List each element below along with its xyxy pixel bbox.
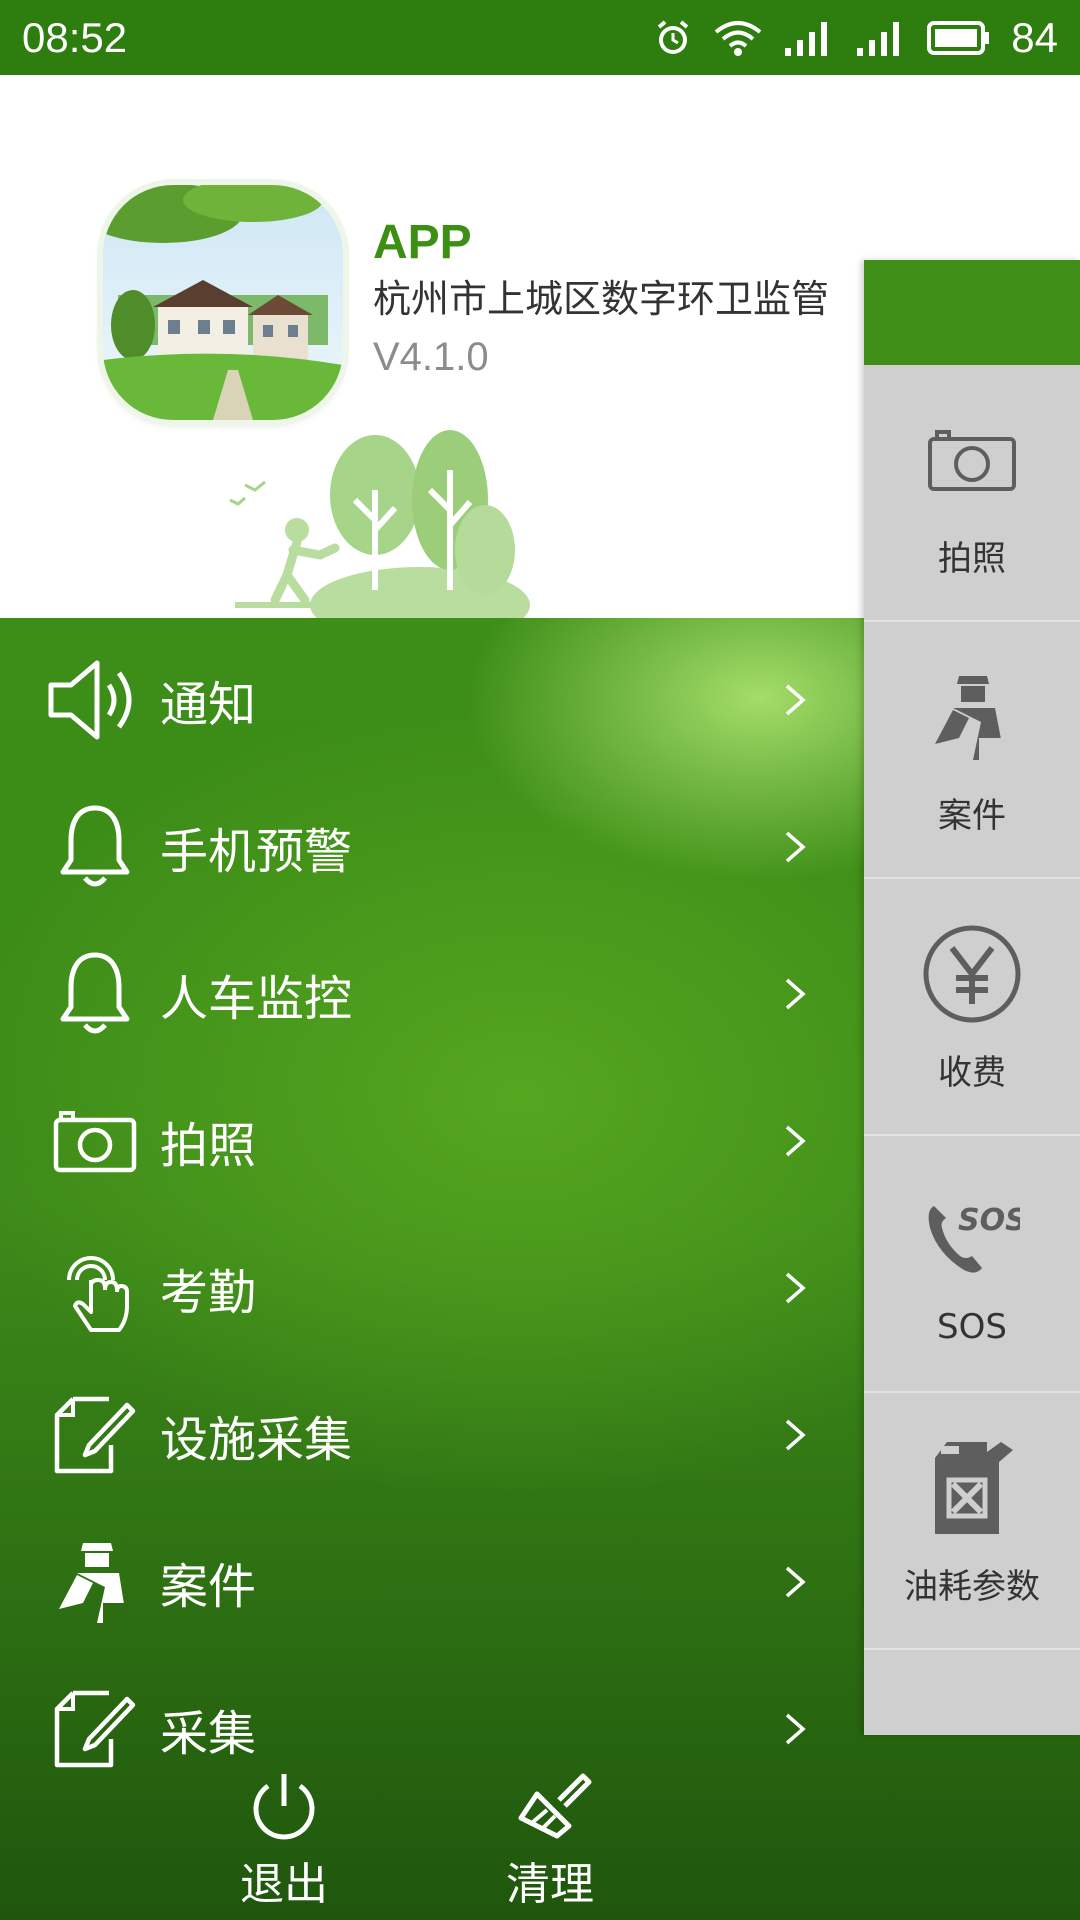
- quick-action-label: 拍照: [938, 539, 1006, 579]
- menu-item-photo[interactable]: 拍照: [0, 1067, 860, 1214]
- edit-icon: [40, 1679, 150, 1779]
- app-organization: 杭州市上城区数字环卫监管: [373, 277, 830, 321]
- logout-button[interactable]: 退出: [214, 1770, 354, 1912]
- signal-icon-1: [783, 18, 835, 58]
- drawer-footer: 退出 清理: [0, 1770, 860, 1920]
- logout-label: 退出: [240, 1859, 328, 1910]
- svg-text:SOS: SOS: [958, 1203, 1020, 1238]
- chevron-right-icon: [785, 978, 806, 1009]
- alarm-icon: [653, 18, 693, 58]
- menu-item-person-vehicle-monitor[interactable]: 人车监控: [0, 920, 860, 1067]
- chevron-right-icon: [785, 1419, 806, 1450]
- fingerprint-touch-icon: [40, 1238, 150, 1338]
- edit-icon: [40, 1385, 150, 1485]
- sos-phone-icon: SOS: [924, 1181, 1020, 1291]
- menu-item-label: 拍照: [160, 1117, 257, 1174]
- quick-action-label: 油耗参数: [904, 1567, 1040, 1607]
- quick-action-fuel[interactable]: 油耗参数: [864, 1393, 1080, 1650]
- broom-icon: [518, 1773, 592, 1839]
- app-version: V4.1.0: [373, 335, 489, 379]
- chevron-right-icon: [785, 1713, 806, 1744]
- chevron-right-icon: [785, 684, 806, 715]
- menu-item-facility-collection[interactable]: 设施采集: [0, 1361, 860, 1508]
- quick-action-sos[interactable]: SOS SOS: [864, 1136, 1080, 1393]
- camera-icon: [927, 405, 1017, 515]
- menu-item-label: 考勤: [160, 1264, 257, 1321]
- quick-action-label: 收费: [938, 1053, 1006, 1093]
- wifi-icon: [713, 18, 763, 58]
- menu-item-label: 手机预警: [160, 823, 353, 880]
- status-icons: 84: [653, 14, 1058, 62]
- bell-icon: [40, 797, 150, 897]
- quick-action-panel-header: [864, 260, 1080, 365]
- quick-action-panel: 拍照 案件 收费 SOS SOS 油耗参数: [864, 260, 1080, 1735]
- speaker-icon: [40, 650, 150, 750]
- status-bar: 08:52 84: [0, 0, 1080, 75]
- yen-icon: [922, 919, 1022, 1029]
- officer-icon: [929, 662, 1015, 772]
- bell-icon: [40, 944, 150, 1044]
- battery-level: 84: [1011, 13, 1058, 61]
- quick-action-label: 案件: [938, 796, 1006, 836]
- clean-button[interactable]: 清理: [480, 1770, 620, 1912]
- chevron-right-icon: [785, 831, 806, 862]
- chevron-right-icon: [785, 1566, 806, 1597]
- quick-action-case[interactable]: 案件: [864, 622, 1080, 879]
- chevron-right-icon: [785, 1125, 806, 1156]
- quick-action-label: SOS: [937, 1306, 1007, 1347]
- header-decoration-trees: [225, 430, 545, 618]
- app-logo: [103, 185, 343, 420]
- menu-item-phone-alert[interactable]: 手机预警: [0, 773, 860, 920]
- menu-item-label: 人车监控: [160, 970, 353, 1027]
- menu-item-label: 案件: [160, 1558, 257, 1615]
- app-name: APP: [373, 216, 472, 269]
- power-icon: [253, 1774, 315, 1840]
- quick-action-photo[interactable]: 拍照: [864, 365, 1080, 622]
- menu-item-case[interactable]: 案件: [0, 1508, 860, 1655]
- menu-item-attendance[interactable]: 考勤: [0, 1214, 860, 1361]
- menu-item-label: 采集: [160, 1705, 257, 1762]
- camera-icon: [40, 1091, 150, 1191]
- quick-action-fee[interactable]: 收费: [864, 879, 1080, 1136]
- status-time: 08:52: [22, 13, 128, 61]
- chevron-right-icon: [785, 1272, 806, 1303]
- battery-icon: [927, 20, 991, 56]
- app-info: APP 杭州市上城区数字环卫监管 V4.1.0: [373, 215, 829, 387]
- officer-icon: [40, 1532, 150, 1632]
- signal-icon-2: [855, 18, 907, 58]
- menu-item-label: 通知: [160, 676, 257, 733]
- fuel-can-icon: [927, 1433, 1017, 1543]
- menu-item-notice[interactable]: 通知: [0, 626, 860, 773]
- menu-item-label: 设施采集: [160, 1411, 353, 1468]
- clean-label: 清理: [506, 1859, 594, 1910]
